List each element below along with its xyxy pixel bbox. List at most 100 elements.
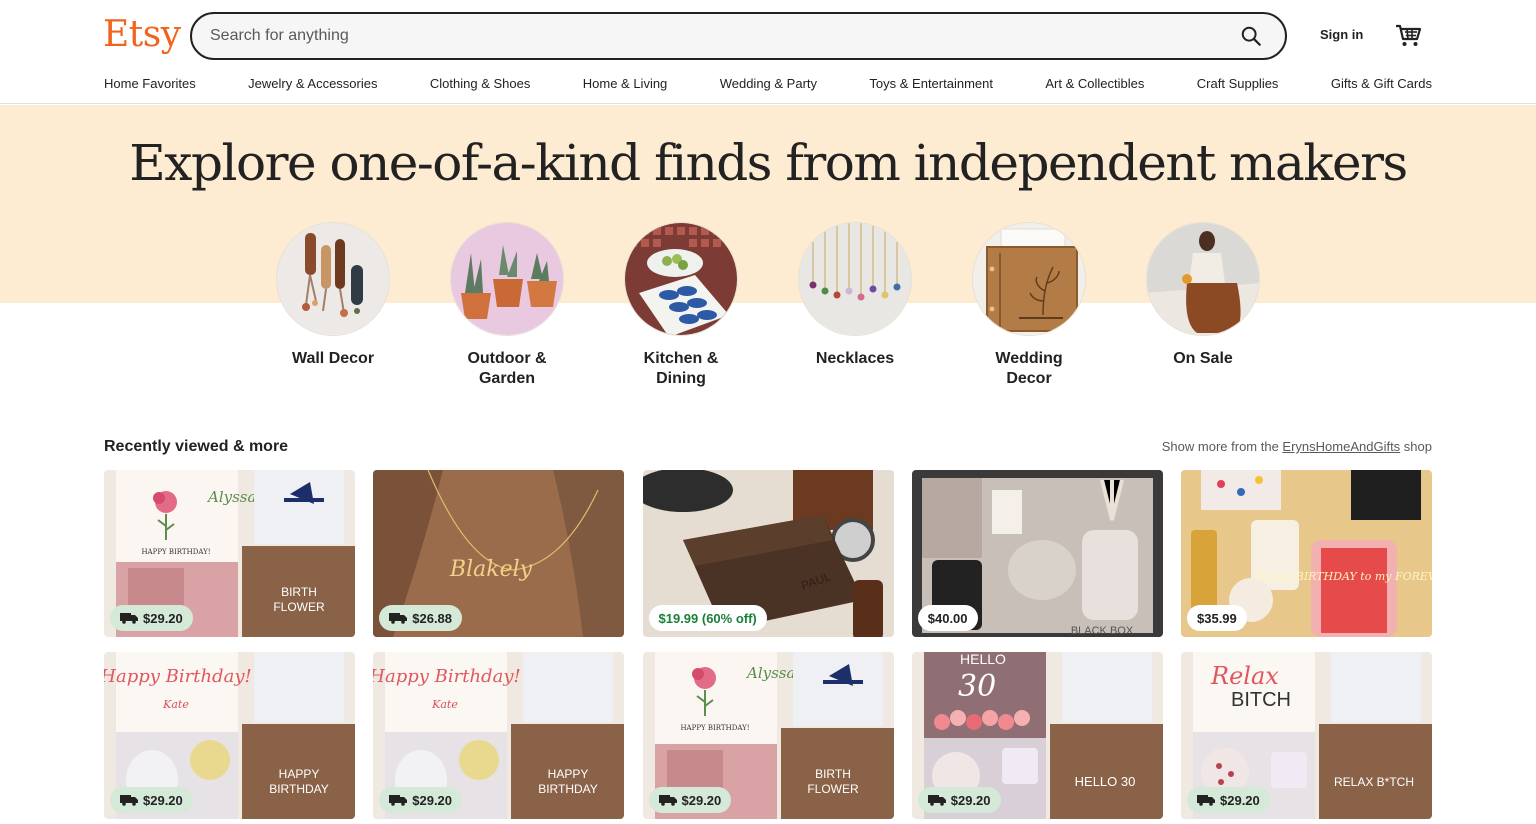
wall-decor-image (276, 222, 390, 336)
show-more-text: Show more from the ErynsHomeAndGifts sho… (1162, 439, 1432, 454)
price-value: $29.20 (950, 792, 991, 808)
price-value: $29.20 (412, 792, 453, 808)
svg-text:HAPPY BIRTHDAY!: HAPPY BIRTHDAY! (141, 548, 210, 556)
svg-text:30: 30 (958, 669, 996, 704)
listing-card[interactable]: PAUL $19.99 (60% off) (642, 470, 894, 637)
nav-jewelry-accessories[interactable]: Jewelry & Accessories (248, 76, 377, 91)
listing-card[interactable]: Happy Birthday! Kate HAPPY BIRTHDAY $29.… (104, 652, 355, 819)
truck-icon (658, 795, 677, 806)
svg-text:HAPPY: HAPPY (279, 767, 320, 781)
svg-text:HELLO 30: HELLO 30 (1074, 774, 1135, 789)
listing-card[interactable]: HELLO 30 HELLO 30 $29.20 (911, 652, 1163, 819)
price-value: $29.20 (143, 610, 183, 626)
nav-craft-supplies[interactable]: Craft Supplies (1197, 76, 1279, 91)
price-badge: $29.20 (917, 787, 1001, 813)
search-icon (1241, 26, 1261, 46)
truck-icon (120, 795, 138, 806)
svg-text:Alyssa: Alyssa (206, 488, 256, 506)
price-value: $29.20 (681, 792, 722, 808)
circle-outdoor-garden[interactable]: Outdoor & Garden (450, 222, 624, 389)
nav-clothing-shoes[interactable]: Clothing & Shoes (430, 76, 530, 91)
svg-text:BIRTHDAY: BIRTHDAY (269, 782, 329, 796)
svg-text:BLACK BOX: BLACK BOX (1071, 625, 1134, 637)
nav-gifts-gift-cards[interactable]: Gifts & Gift Cards (1331, 76, 1432, 91)
svg-text:Blakely: Blakely (449, 557, 533, 582)
svg-text:BITCH: BITCH (1231, 689, 1291, 711)
price-badge: $29.20 (1187, 787, 1270, 813)
price-badge: $26.88 (379, 605, 463, 631)
price-badge: $29.20 (648, 787, 732, 813)
truck-icon (1197, 795, 1215, 806)
circle-kitchen-dining[interactable]: Kitchen & Dining (624, 222, 798, 389)
price-badge: $29.20 (379, 787, 463, 813)
price-value: $19.99 (60% off) (658, 610, 757, 626)
circle-wedding-decor[interactable]: Wedding Decor (972, 222, 1146, 389)
circle-label: Wall Decor (291, 350, 375, 367)
svg-text:BIRTHDAY: BIRTHDAY (538, 782, 598, 796)
circle-label: On Sale (1173, 350, 1233, 367)
price-value: $40.00 (927, 610, 968, 626)
shop-link[interactable]: ErynsHomeAndGifts (1282, 439, 1400, 454)
nav-art-collectibles[interactable]: Art & Collectibles (1045, 76, 1144, 91)
hero-title: Explore one-of-a-kind finds from indepen… (129, 134, 1408, 192)
recently-viewed-title: Recently viewed & more (104, 438, 289, 455)
price-badge: $40.00 (917, 605, 978, 631)
price-value: $29.20 (143, 792, 183, 808)
sign-in-link[interactable]: Sign in (1320, 27, 1363, 42)
svg-text:Happy Birthday!: Happy Birthday! (104, 666, 252, 687)
price-value: $29.20 (1220, 792, 1260, 808)
etsy-logo[interactable]: Etsy (103, 14, 181, 55)
svg-text:HELLO: HELLO (960, 652, 1006, 667)
listing-card[interactable]: BLACK BOX $40.00 (911, 470, 1163, 637)
cart-icon[interactable] (1393, 20, 1423, 50)
category-nav: Home Favorites Jewelry & Accessories Clo… (104, 76, 1432, 91)
site-header: Etsy Sign in Home Favorites Jewelry & Ac… (0, 0, 1536, 104)
svg-text:HAPPY BIRTHDAY!: HAPPY BIRTHDAY! (680, 724, 749, 732)
truck-icon (389, 613, 408, 624)
show-more-prefix: Show more from the (1161, 439, 1283, 454)
search-input[interactable] (210, 14, 1231, 58)
price-badge: $19.99 (60% off) (648, 605, 767, 631)
svg-text:Alyssa: Alyssa (745, 664, 795, 682)
circle-on-sale[interactable]: On Sale (1146, 222, 1320, 389)
price-badge: $35.99 (1187, 605, 1247, 631)
circle-necklaces[interactable]: Necklaces (798, 222, 972, 389)
nav-toys-entertainment[interactable]: Toys & Entertainment (869, 76, 993, 91)
circle-label: Necklaces (815, 350, 895, 367)
necklaces-image (798, 222, 912, 336)
wedding-decor-image (972, 222, 1086, 336)
outdoor-garden-image (450, 222, 564, 336)
listing-card[interactable]: Happy Birthday! Kate HAPPY BIRTHDAY $29.… (373, 652, 625, 819)
show-more-suffix: shop (1400, 439, 1432, 454)
listing-card[interactable]: Alyssa HAPPY BIRTHDAY! BIRTH FLOWER $29.… (642, 652, 894, 819)
svg-text:Relax: Relax (1210, 662, 1279, 690)
on-sale-image (1146, 222, 1260, 336)
nav-home-living[interactable]: Home & Living (583, 76, 668, 91)
circle-label: Wedding Decor (995, 350, 1063, 387)
kitchen-dining-image (624, 222, 738, 336)
listing-card[interactable]: Alyssa HAPPY BIRTHDAY! BIRTH FLOWER $29.… (104, 470, 355, 637)
recently-viewed-grid: Alyssa HAPPY BIRTHDAY! BIRTH FLOWER $29.… (104, 470, 1432, 819)
circle-wall-decor[interactable]: Wall Decor (276, 222, 450, 389)
svg-text:FLOWER: FLOWER (273, 600, 325, 614)
svg-text:Happy Birthday!: Happy Birthday! (373, 666, 521, 687)
truck-icon (120, 613, 138, 624)
price-value: $26.88 (412, 610, 453, 626)
nav-wedding-party[interactable]: Wedding & Party (720, 76, 817, 91)
listing-card[interactable]: Relax BITCH RELAX B*TCH $29.20 (1181, 652, 1432, 819)
category-circles: Wall Decor Outdoor & Garden Kitchen & Di… (276, 222, 1320, 389)
svg-text:RELAX B*TCH: RELAX B*TCH (1334, 775, 1414, 789)
nav-home-favorites[interactable]: Home Favorites (104, 76, 196, 91)
listing-card[interactable]: Blakely $26.88 (373, 470, 625, 637)
truck-icon (927, 795, 946, 806)
search-bar (190, 12, 1287, 60)
price-value: $35.99 (1197, 610, 1237, 626)
svg-text:Happy BIRTHDAY to my FOREVER: Happy BIRTHDAY to my FOREVER (1255, 570, 1432, 583)
listing-card[interactable]: Happy BIRTHDAY to my FOREVER $35.99 (1181, 470, 1432, 637)
truck-icon (389, 795, 408, 806)
circle-label: Outdoor & Garden (467, 350, 547, 387)
svg-text:HAPPY: HAPPY (548, 767, 589, 781)
circle-label: Kitchen & Dining (643, 350, 719, 387)
search-button[interactable] (1231, 16, 1271, 56)
price-badge: $29.20 (110, 787, 193, 813)
